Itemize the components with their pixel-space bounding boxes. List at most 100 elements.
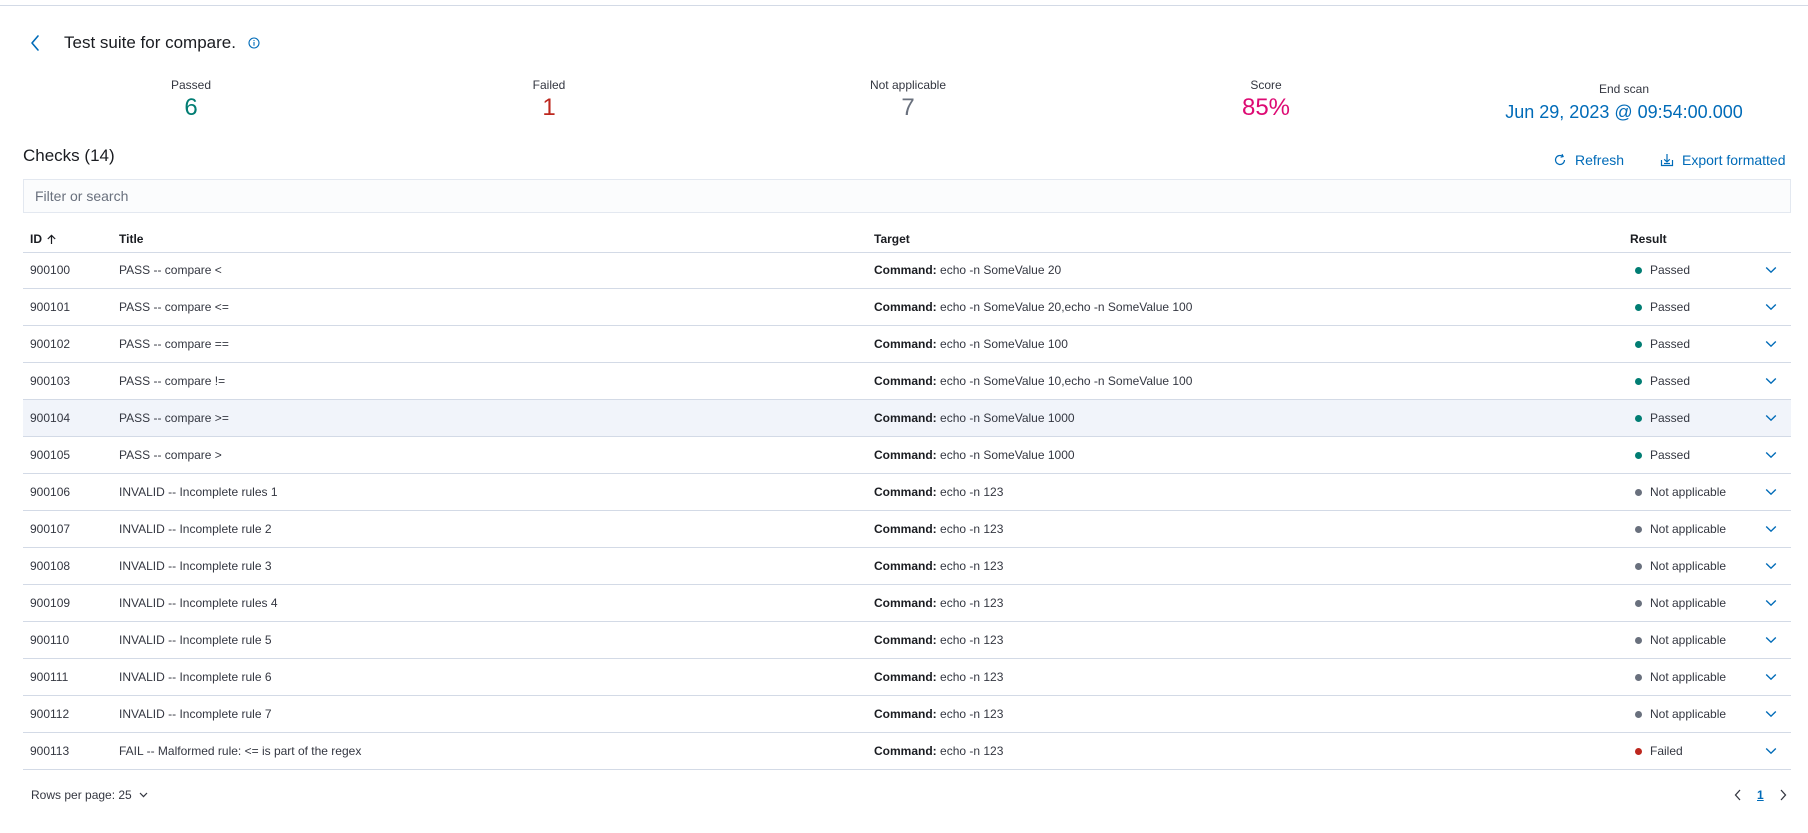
target-value: echo -n 123 <box>940 559 1004 573</box>
table-row[interactable]: 900113 FAIL -- Malformed rule: <= is part… <box>23 733 1791 770</box>
cell-id: 900101 <box>30 300 71 314</box>
expand-row-button[interactable] <box>1765 363 1777 399</box>
cell-target: Command: echo -n SomeValue 1000 <box>874 437 1075 473</box>
expand-row-button[interactable] <box>1765 400 1777 436</box>
column-header-id[interactable]: ID <box>30 232 57 246</box>
cell-title: INVALID -- Incomplete rule 6 <box>119 670 272 684</box>
cell-target: Command: echo -n SomeValue 100 <box>874 326 1068 362</box>
cell-title: INVALID -- Incomplete rules 4 <box>119 596 278 610</box>
info-button[interactable] <box>248 37 260 49</box>
next-page-button[interactable] <box>1775 786 1791 804</box>
summary-stats: Passed 6 Failed 1 Not applicable 7 Score… <box>0 78 1808 128</box>
table-row[interactable]: 900109 INVALID -- Incomplete rules 4 Comma… <box>23 585 1791 622</box>
table-row[interactable]: 900102 PASS -- compare == Command: echo -n… <box>23 326 1791 363</box>
stat-failed: Failed 1 <box>533 78 566 123</box>
cell-target: Command: echo -n SomeValue 20 <box>874 252 1061 288</box>
cell-target: Command: echo -n 123 <box>874 548 1003 584</box>
expand-row-button[interactable] <box>1765 585 1777 621</box>
cell-target: Command: echo -n 123 <box>874 511 1003 547</box>
table-row[interactable]: 900104 PASS -- compare >= Command: echo -n… <box>23 400 1791 437</box>
target-value: echo -n 123 <box>940 707 1004 721</box>
stat-value: 7 <box>901 94 915 121</box>
cell-target: Command: echo -n 123 <box>874 585 1003 621</box>
target-value: echo -n 123 <box>940 670 1004 684</box>
table-row[interactable]: 900112 INVALID -- Incomplete rule 7 Comman… <box>23 696 1791 733</box>
column-header-label: Target <box>874 232 910 246</box>
cell-title: INVALID -- Incomplete rule 3 <box>119 559 272 573</box>
chevron-down-icon <box>1765 673 1777 681</box>
result-label: Passed <box>1650 411 1691 425</box>
search-input[interactable] <box>23 179 1791 213</box>
expand-row-button[interactable] <box>1765 437 1777 473</box>
target-label: Command: <box>874 633 937 647</box>
expand-row-button[interactable] <box>1765 511 1777 547</box>
column-header-result[interactable]: Result <box>1630 232 1667 246</box>
table-row[interactable]: 900108 INVALID -- Incomplete rule 3 Comman… <box>23 548 1791 585</box>
stat-value: 85% <box>1241 94 1291 121</box>
chevron-down-icon <box>1765 562 1777 570</box>
cell-id: 900107 <box>30 522 71 536</box>
target-value: echo -n 123 <box>940 596 1004 610</box>
result-label: Passed <box>1650 337 1691 351</box>
table-row[interactable]: 900103 PASS -- compare != Command: echo -n… <box>23 363 1791 400</box>
result-label: Passed <box>1650 263 1691 277</box>
target-value: echo -n 123 <box>940 633 1004 647</box>
status-dot <box>1635 747 1642 755</box>
expand-row-button[interactable] <box>1765 252 1777 288</box>
result-label: Not applicable <box>1650 707 1727 721</box>
stat-label: End scan <box>1598 82 1650 96</box>
target-label: Command: <box>874 596 937 610</box>
chevron-down-icon <box>1765 747 1777 755</box>
target-value: echo -n SomeValue 10,echo -n SomeValue 1… <box>940 374 1193 388</box>
status-dot <box>1635 488 1642 496</box>
expand-row-button[interactable] <box>1765 733 1777 769</box>
cell-result: Failed <box>1635 733 1683 769</box>
expand-row-button[interactable] <box>1765 289 1777 325</box>
table-row[interactable]: 900105 PASS -- compare > Command: echo -n … <box>23 437 1791 474</box>
chevron-down-icon <box>1765 414 1777 422</box>
rows-per-page-button[interactable]: Rows per page: 25 <box>31 788 148 802</box>
expand-row-button[interactable] <box>1765 326 1777 362</box>
cell-result: Passed <box>1635 363 1690 399</box>
stat-label: Passed <box>170 78 212 92</box>
back-button[interactable] <box>24 32 46 54</box>
table-row[interactable]: 900110 INVALID -- Incomplete rule 5 Comman… <box>23 622 1791 659</box>
table-row[interactable]: 900111 INVALID -- Incomplete rule 6 Comman… <box>23 659 1791 696</box>
page-1-button[interactable]: 1 <box>1757 788 1764 802</box>
cell-id: 900106 <box>30 485 71 499</box>
refresh-label: Refresh <box>1575 152 1625 168</box>
info-circle-icon <box>248 37 260 49</box>
table-row[interactable]: 900100 PASS -- compare < Command: echo -n … <box>23 252 1791 289</box>
cell-target: Command: echo -n 123 <box>874 474 1003 510</box>
target-label: Command: <box>874 337 937 351</box>
table-row[interactable]: 900107 INVALID -- Incomplete rule 2 Comman… <box>23 511 1791 548</box>
result-label: Passed <box>1650 374 1691 388</box>
column-header-target[interactable]: Target <box>874 232 910 246</box>
cell-result: Not applicable <box>1635 659 1726 695</box>
expand-row-button[interactable] <box>1765 474 1777 510</box>
expand-row-button[interactable] <box>1765 659 1777 695</box>
expand-row-button[interactable] <box>1765 548 1777 584</box>
checks-title: Checks (14) <box>23 146 115 165</box>
expand-row-button[interactable] <box>1765 622 1777 658</box>
previous-page-button[interactable] <box>1730 786 1746 804</box>
cell-id: 900110 <box>30 633 70 647</box>
export-formatted-button[interactable]: Export formatted <box>1660 152 1786 168</box>
cell-result: Not applicable <box>1635 696 1726 732</box>
stat-score: Score 85% <box>1242 78 1290 123</box>
status-dot <box>1635 340 1642 348</box>
table-row[interactable]: 900101 PASS -- compare <= Command: echo -n… <box>23 289 1791 326</box>
cell-result: Not applicable <box>1635 585 1726 621</box>
cell-result: Passed <box>1635 326 1690 362</box>
pagination: 1 <box>1730 786 1791 804</box>
target-value: echo -n SomeValue 1000 <box>940 411 1075 425</box>
target-value: echo -n SomeValue 100 <box>940 337 1068 351</box>
chevron-down-icon <box>1765 303 1777 311</box>
result-label: Passed <box>1650 448 1691 462</box>
table-row[interactable]: 900106 INVALID -- Incomplete rules 1 Comma… <box>23 474 1791 511</box>
refresh-button[interactable]: Refresh <box>1553 152 1624 168</box>
column-header-title[interactable]: Title <box>119 232 143 246</box>
chevron-down-icon <box>1765 525 1777 533</box>
expand-row-button[interactable] <box>1765 696 1777 732</box>
cell-id: 900102 <box>30 337 71 351</box>
